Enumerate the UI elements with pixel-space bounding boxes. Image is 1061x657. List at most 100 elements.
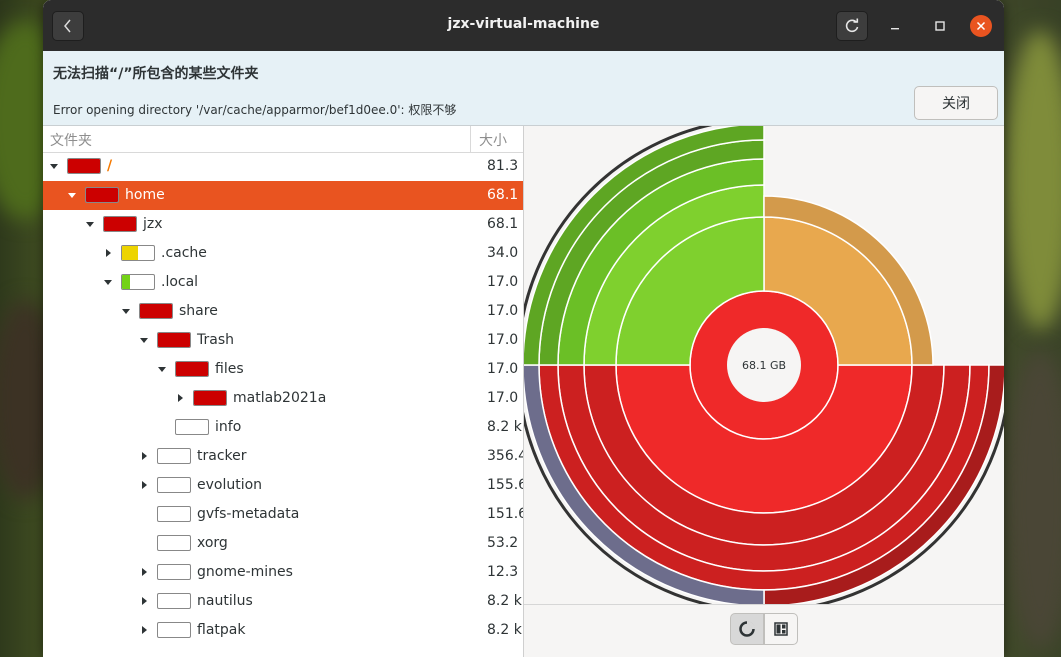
folder-name: files [215,361,244,377]
maximize-button[interactable] [929,15,951,37]
expander-collapsed-icon[interactable] [139,596,149,606]
folder-name: .local [161,274,199,290]
folder-name: info [215,419,242,435]
usage-bar-fill [68,159,100,173]
treemap-toggle[interactable] [764,613,798,645]
column-header-size[interactable]: 大小 [479,130,507,150]
folder-size: 17.0 G [487,361,523,377]
tree-row[interactable]: / 81.3 G [43,152,523,181]
title-bar: jzx-virtual-machine [43,0,1004,51]
ring-chart-toggle[interactable] [730,613,764,645]
usage-bar [157,506,191,522]
usage-bar [175,361,209,377]
expander-expanded-icon[interactable] [139,335,149,345]
tree-row[interactable]: xorg 53.2 k [43,529,523,558]
usage-bar [157,622,191,638]
folder-size: 8.2 k [487,593,522,609]
ring-center-label: 68.1 GB [742,359,786,372]
chart-pane: 68.1 GB [516,117,1004,657]
ring-chart-area: 68.1 GB [516,117,1004,613]
maximize-icon [935,21,945,31]
usage-bar [157,564,191,580]
folder-size: 356.4 k [487,448,524,464]
expander-expanded-icon[interactable] [103,277,113,287]
expander-expanded-icon[interactable] [121,306,131,316]
scan-warning-infobar: 无法扫描“/”所包含的某些文件夹 Error opening directory… [43,51,1004,126]
folder-name: gvfs-metadata [197,506,300,522]
usage-bar-fill [176,362,208,376]
usage-bar [157,535,191,551]
tree-row[interactable]: files 17.0 G [43,355,523,384]
tree-row[interactable]: .local 17.0 G [43,268,523,297]
folder-size: 12.3 k [487,564,523,580]
tree-row[interactable]: gvfs-metadata 151.6 k [43,500,523,529]
expander-expanded-icon[interactable] [85,219,95,229]
folder-size: 151.6 k [487,506,524,522]
ring-chart[interactable]: 68.1 GB [516,117,1004,613]
expander-expanded-icon[interactable] [67,190,77,200]
expander-collapsed-icon[interactable] [175,393,185,403]
tree-row[interactable]: share 17.0 G [43,297,523,326]
expander-collapsed-icon[interactable] [139,567,149,577]
folder-size: 17.0 G [487,303,523,319]
close-icon [976,21,986,31]
folder-size: 68.1 G [487,187,523,203]
expander-collapsed-icon[interactable] [103,248,113,258]
minimize-button[interactable] [884,15,906,37]
usage-bar [121,274,155,290]
usage-bar [157,332,191,348]
folder-size: 81.3 G [487,158,523,174]
usage-bar [157,477,191,493]
expander-collapsed-icon[interactable] [139,480,149,490]
tree-row[interactable]: gnome-mines 12.3 k [43,558,523,587]
column-header-folder[interactable]: 文件夹 [50,130,92,150]
folder-size: 17.0 G [487,274,523,290]
tree-row[interactable]: jzx 68.1 G [43,210,523,239]
tree-row[interactable]: home 68.1 G [43,181,523,210]
tree-row[interactable]: flatpak 8.2 k [43,616,523,645]
expander-expanded-icon[interactable] [49,161,59,171]
usage-bar-fill [86,188,118,202]
tree-row[interactable]: tracker 356.4 k [43,442,523,471]
close-window-button[interactable] [970,15,992,37]
folder-size: 34.0 G [487,245,523,261]
folder-size: 68.1 G [487,216,523,232]
usage-bar [175,419,209,435]
expander-collapsed-icon[interactable] [139,625,149,635]
folder-name: gnome-mines [197,564,293,580]
usage-bar [139,303,173,319]
folder-name: tracker [197,448,247,464]
treemap-icon [774,622,788,636]
minimize-icon [891,28,899,30]
tree-row[interactable]: nautilus 8.2 k [43,587,523,616]
folder-tree: 文件夹 大小 / 81.3 G home 68.1 G jzx 68.1 G .cache 3… [43,126,524,657]
folder-size: 8.2 k [487,419,522,435]
tree-row[interactable]: matlab2021a 17.0 G [43,384,523,413]
folder-name: xorg [197,535,228,551]
tree-row[interactable]: evolution 155.6 k [43,471,523,500]
folder-size: 17.0 G [487,332,523,348]
expander-collapsed-icon[interactable] [139,451,149,461]
folder-name: flatpak [197,622,246,638]
folder-name: Trash [197,332,234,348]
usage-bar-fill [158,333,190,347]
usage-bar-fill [104,217,136,231]
column-separator [470,126,471,152]
folder-name: .cache [161,245,207,261]
folder-size: 17.0 G [487,390,523,406]
usage-bar [103,216,137,232]
expander-expanded-icon[interactable] [157,364,167,374]
refresh-button[interactable] [836,11,868,41]
folder-size: 53.2 k [487,535,523,551]
folder-size: 8.2 k [487,622,522,638]
folder-name: matlab2021a [233,390,327,406]
folder-size: 155.6 k [487,477,524,493]
tree-row[interactable]: .cache 34.0 G [43,239,523,268]
usage-bar-fill [122,275,130,289]
infobar-close-button[interactable]: 关闭 [914,86,998,120]
infobar-title: 无法扫描“/”所包含的某些文件夹 [53,66,259,82]
tree-row[interactable]: info 8.2 k [43,413,523,442]
usage-bar [121,245,155,261]
tree-row[interactable]: Trash 17.0 G [43,326,523,355]
usage-bar [157,448,191,464]
